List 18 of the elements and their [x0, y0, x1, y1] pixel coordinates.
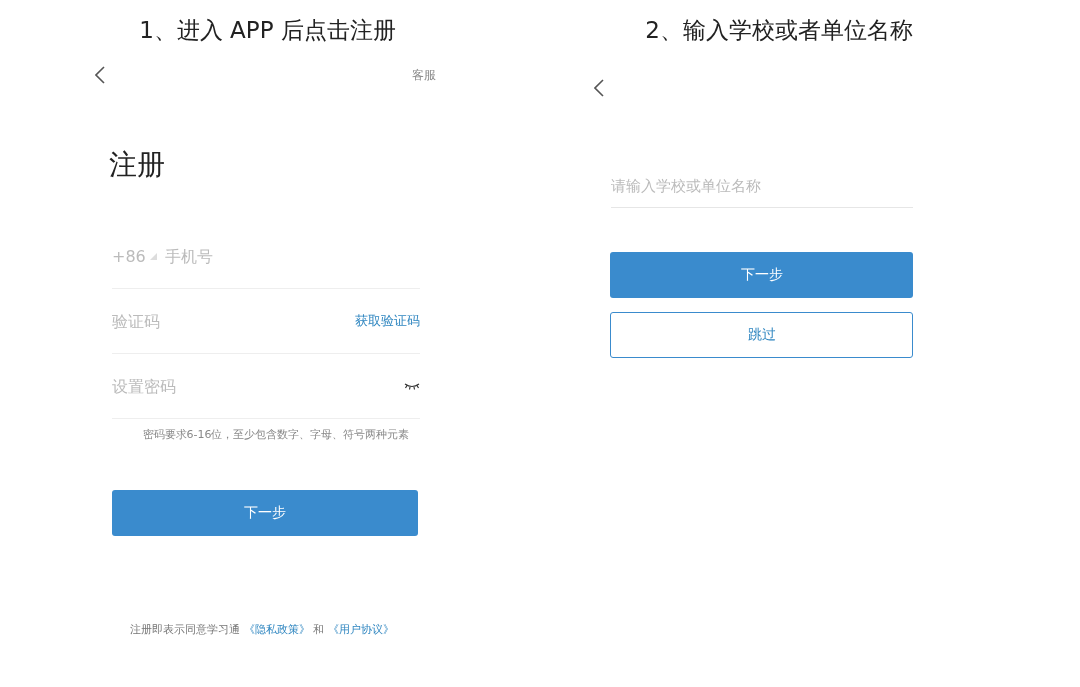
code-field[interactable]: 验证码 [112, 311, 355, 331]
skip-button[interactable]: 跳过 [610, 312, 913, 358]
get-code-button[interactable]: 获取验证码 [355, 312, 420, 330]
next-button[interactable]: 下一步 [112, 490, 418, 536]
page-title: 注册 [109, 147, 166, 183]
user-agreement-link[interactable]: 《用户协议》 [327, 623, 394, 636]
customer-service-link[interactable]: 客服 [412, 66, 436, 84]
step-caption: 1、进入 APP 后点击注册 [138, 15, 397, 45]
phone-field[interactable]: 手机号 [164, 246, 420, 266]
back-icon[interactable] [594, 79, 604, 97]
next-button[interactable]: 下一步 [610, 252, 913, 298]
password-hint: 密码要求6-16位，至少包含数字、字母、符号两种元素 [141, 427, 411, 442]
privacy-policy-link[interactable]: 《隐私政策》 [243, 623, 310, 636]
back-icon[interactable] [95, 66, 105, 84]
password-field[interactable]: 设置密码 [112, 376, 404, 396]
agreement-text: 注册即表示同意学习通 《隐私政策》 和 《用户协议》 [130, 622, 395, 637]
closed-eye-icon[interactable] [404, 382, 420, 390]
step-caption: 2、输入学校或者单位名称 [644, 15, 914, 45]
